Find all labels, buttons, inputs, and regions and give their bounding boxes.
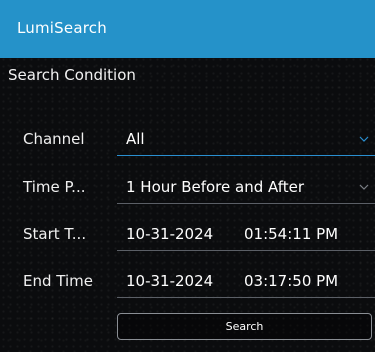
end-time-field[interactable]: 03:17:50 PM	[235, 267, 375, 298]
start-time-value: 01:54:11 PM	[244, 225, 339, 243]
app-title: LumiSearch	[17, 19, 107, 37]
chevron-down-icon	[359, 136, 369, 142]
start-time-field[interactable]: 01:54:11 PM	[235, 220, 375, 251]
chevron-down-icon	[359, 184, 369, 190]
title-bar: LumiSearch	[0, 0, 375, 58]
start-date-value: 10-31-2024	[126, 225, 214, 243]
start-date-field[interactable]: 10-31-2024	[117, 220, 235, 251]
end-time-value: 03:17:50 PM	[244, 272, 339, 290]
search-button[interactable]: Search	[117, 313, 372, 340]
search-panel: LumiSearch Search Condition Channel All …	[0, 0, 375, 352]
channel-dropdown[interactable]: All	[117, 125, 375, 156]
end-date-value: 10-31-2024	[126, 272, 214, 290]
end-time-label: End Time	[23, 272, 93, 290]
time-period-label: Time P...	[23, 178, 86, 196]
time-period-value: 1 Hour Before and After	[126, 178, 305, 196]
channel-value: All	[126, 130, 145, 148]
time-period-dropdown[interactable]: 1 Hour Before and After	[117, 173, 375, 204]
section-title: Search Condition	[8, 66, 136, 84]
end-date-field[interactable]: 10-31-2024	[117, 267, 235, 298]
start-time-label: Start T...	[23, 225, 87, 243]
channel-label: Channel	[23, 130, 85, 148]
